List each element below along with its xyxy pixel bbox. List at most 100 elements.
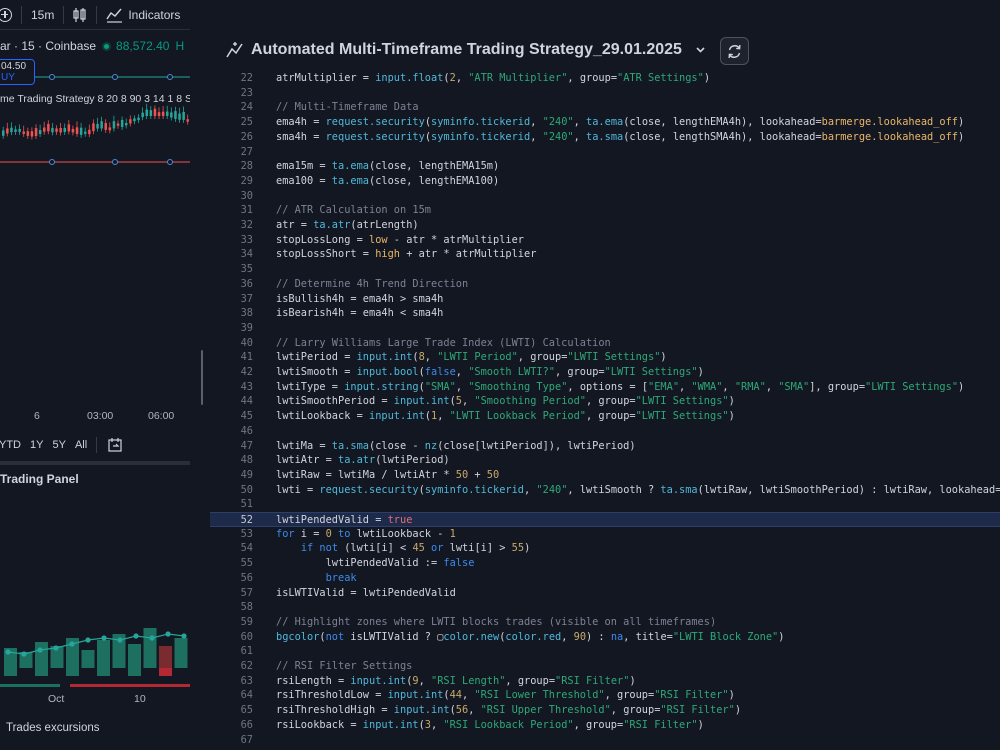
refresh-button[interactable] [720,37,749,65]
trading-panel-title[interactable]: Trading Panel [0,472,79,486]
code-line[interactable]: 62 // RSI Filter Settings [210,659,1000,674]
code-text: isBullish4h = ema4h > sma4h [276,292,444,305]
code-line[interactable]: 24 // Multi-Timeframe Data [210,100,1000,115]
candle-body [178,113,181,120]
range-ytd-button[interactable]: YTD [0,439,21,451]
goto-date-icon[interactable] [107,437,123,453]
indicators-button[interactable]: Indicators [106,0,180,30]
code-line[interactable]: 39 [210,321,1000,336]
candle-body [182,111,185,120]
script-title[interactable]: Automated Multi-Timeframe Trading Strate… [251,41,682,59]
line-number: 36 [240,277,253,290]
code-line[interactable]: 29 ema100 = ta.ema(close, lengthEMA100) [210,174,1000,189]
code-line[interactable]: 27 [210,145,1000,160]
panel-divider[interactable] [0,461,190,465]
code-line[interactable]: 35 [210,262,1000,277]
code-line[interactable]: 52 lwtiPendedValid = true [210,512,1000,527]
code-line[interactable]: 32 atr = ta.atr(atrLength) [210,218,1000,233]
code-line[interactable]: 22 atrMultiplier = input.float(2, "ATR Mu… [210,71,1000,86]
code-line[interactable]: 43 lwtiType = input.string("SMA", "Smooth… [210,380,1000,395]
code-line[interactable]: 57 isLWTIValid = lwtiPendedValid [210,586,1000,601]
candle-body [133,118,136,122]
code-line[interactable]: 46 [210,424,1000,439]
code-line[interactable]: 66 rsiLookback = input.int(3, "RSI Lookba… [210,718,1000,733]
code-text: lwtiSmoothPeriod = input.int(5, "Smoothi… [276,395,735,408]
code-line[interactable]: 48 lwtiAtr = ta.atr(lwtiPeriod) [210,453,1000,468]
code-line[interactable]: 64 rsiThresholdLow = input.int(44, "RSI L… [210,688,1000,703]
symbol-info[interactable]: ar · 15 · Coinbase 88,572.40 H [0,36,190,56]
strategy-legend[interactable]: me Trading Strategy 8 20 8 90 3 14 1 8 S… [0,93,190,105]
code-line[interactable]: 50 lwti = request.security(syminfo.ticker… [210,483,1000,498]
buy-price-box[interactable]: 04.50 UY [0,59,35,85]
line-number: 48 [240,454,253,467]
candle-body [55,128,58,132]
code-line[interactable]: 59 // Highlight zones where LWTI blocks t… [210,615,1000,630]
code-line[interactable]: 58 [210,600,1000,615]
code-line[interactable]: 53 for i = 0 to lwtiLookback - 1 [210,527,1000,542]
equity-point [21,651,27,657]
code-line[interactable]: 34 stopLossShort = high + atr * atrMultip… [210,247,1000,262]
range-divider [96,437,98,453]
splitter-handle[interactable] [201,350,203,405]
code-line[interactable]: 26 sma4h = request.security(syminfo.ticke… [210,130,1000,145]
trades-excursions-tab[interactable]: Trades excursions [6,722,100,734]
equity-point [69,641,75,647]
code-line[interactable]: 47 lwtiMa = ta.sma(close - nz(close[lwtiP… [210,439,1000,454]
code-line[interactable]: 55 lwtiPendedValid := false [210,556,1000,571]
line-number: 42 [240,366,253,378]
candle-body [26,131,30,136]
code-line[interactable]: 42 lwtiSmooth = input.bool(false, "Smooth… [210,365,1000,380]
chart-type-button[interactable] [73,0,87,30]
range-1y-button[interactable]: 1Y [30,439,43,451]
line-number: 33 [240,233,253,246]
code-line[interactable]: 31 // ATR Calculation on 15m [210,203,1000,218]
candle-body [43,127,46,132]
code-text: lwtiType = input.string("SMA", "Smoothin… [276,380,965,393]
code-area[interactable]: 22 atrMultiplier = input.float(2, "ATR Mu… [210,71,1000,750]
code-text: lwti = request.security(syminfo.tickerid… [276,483,1000,496]
code-line[interactable]: 28 ema15m = ta.ema(close, lengthEMA15m) [210,159,1000,174]
equity-point [117,637,123,643]
range-5y-button[interactable]: 5Y [52,439,65,451]
chevron-down-icon[interactable] [695,44,706,55]
code-line[interactable]: 60 bgcolor(not isLWTIValid ? ▢color.new(c… [210,630,1000,645]
code-line[interactable]: 61 [210,644,1000,659]
code-line[interactable]: 44 lwtiSmoothPeriod = input.int(5, "Smoot… [210,394,1000,409]
price-chart[interactable] [0,60,190,405]
pnl-bar [35,642,48,668]
code-text: lwtiPendedValid = true [276,514,413,526]
indicators-icon [106,8,123,23]
candle-body [104,123,107,130]
code-line[interactable]: 25 ema4h = request.security(syminfo.ticke… [210,115,1000,130]
range-all-button[interactable]: All [75,439,87,451]
buy-price-value: 04.50 [1,61,27,72]
trading-panel-chart[interactable] [0,600,190,692]
code-line[interactable]: 37 isBullish4h = ema4h > sma4h [210,292,1000,307]
code-line[interactable]: 54 if not (lwti[i] < 45 or lwti[i] > 55) [210,541,1000,556]
code-line[interactable]: 23 [210,86,1000,101]
equity-point [181,633,187,639]
candle-body [100,121,103,129]
code-line[interactable]: 40 // Larry Williams Large Trade Index (L… [210,336,1000,351]
time-tick: 03:00 [87,410,114,422]
candle-body [108,127,112,131]
code-line[interactable]: 63 rsiLength = input.int(9, "RSI Length",… [210,674,1000,689]
code-line[interactable]: 38 isBearish4h = ema4h < sma4h [210,306,1000,321]
code-line[interactable]: 45 lwtiLookback = input.int(1, "LWTI Look… [210,409,1000,424]
candle-body [141,112,144,118]
pnl-bar-neg [159,668,172,676]
code-line[interactable]: 51 [210,497,1000,512]
code-line[interactable]: 56 break [210,571,1000,586]
code-line[interactable]: 33 stopLossLong = low - atr * atrMultipli… [210,233,1000,248]
line-number: 58 [240,601,253,614]
interval-button[interactable]: 15m [31,0,54,30]
code-line[interactable]: 36 // Determine 4h Trend Direction [210,277,1000,292]
code-line[interactable]: 49 lwtiRaw = lwtiMa / lwtiAtr * 50 + 50 [210,468,1000,483]
candle-body [63,127,66,132]
code-line[interactable]: 41 lwtiPeriod = input.int(8, "LWTI Period… [210,350,1000,365]
add-symbol-button[interactable] [0,0,12,30]
code-line[interactable]: 30 [210,189,1000,204]
code-line[interactable]: 65 rsiThresholdHigh = input.int(56, "RSI … [210,703,1000,718]
last-price: 88,572.40 [116,39,170,53]
code-line[interactable]: 67 [210,733,1000,748]
